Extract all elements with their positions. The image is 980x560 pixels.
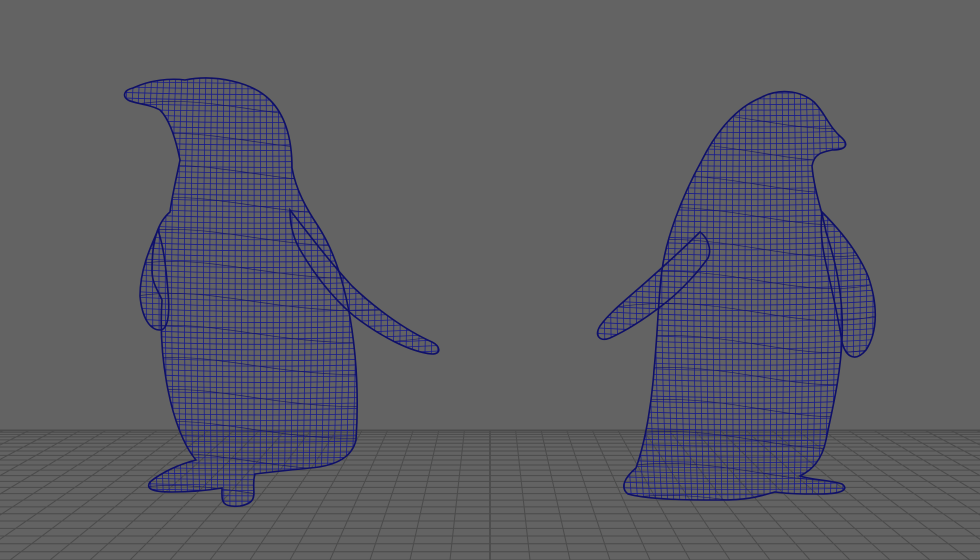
3d-viewport[interactable] <box>0 0 980 560</box>
viewport-canvas[interactable] <box>0 0 980 560</box>
